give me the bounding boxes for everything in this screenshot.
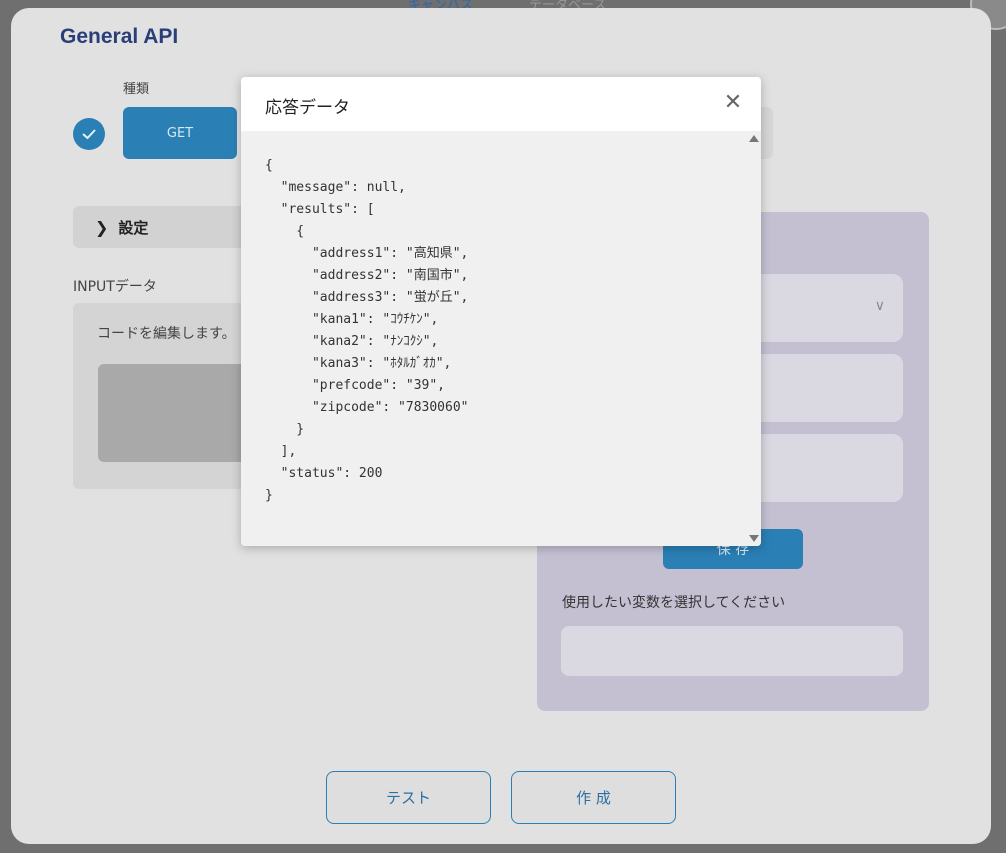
json-line: "kana2": "ﾅﾝｺｸｼ", [311, 334, 439, 349]
type-label: 種類 [123, 82, 150, 97]
json-line: } [296, 422, 305, 437]
json-line: "address1": "高知県", [311, 246, 469, 261]
method-get-button[interactable]: GET [123, 107, 237, 159]
json-line: "address2": "南国市", [311, 268, 469, 283]
modal-header: 応答データ ✕ [241, 77, 761, 131]
variable-select-label: 使用したい変数を選択してください [562, 595, 786, 611]
json-line: "address3": "蛍が丘", [311, 290, 469, 305]
json-line: "results": [ [280, 202, 375, 217]
close-icon[interactable]: ✕ [723, 91, 743, 115]
json-line: "status": 200 [280, 466, 383, 481]
check-icon [73, 118, 105, 150]
scroll-up-arrow-icon[interactable] [749, 135, 759, 142]
json-line: "zipcode": "7830060" [311, 400, 469, 415]
response-data-modal: 応答データ ✕ { "message": null, "results": [ … [241, 77, 761, 546]
scroll-down-arrow-icon[interactable] [749, 535, 759, 542]
modal-body: { "message": null, "results": [ { "addre… [241, 131, 746, 546]
modal-title: 応答データ [265, 98, 350, 118]
scrollbar[interactable] [746, 131, 761, 546]
json-line: { [296, 224, 305, 239]
json-line: } [265, 488, 273, 503]
json-line: "kana1": "ｺｳﾁｹﾝ", [311, 312, 439, 327]
json-line: "kana3": "ﾎﾀﾙｶﾞｵｶ", [311, 356, 452, 371]
input-data-label: INPUTデータ [73, 279, 157, 295]
edit-code-hint: コードを編集します。 [97, 326, 236, 342]
chevron-down-icon: ∨ [874, 298, 885, 314]
json-line: "message": null, [280, 180, 406, 195]
variable-select-input[interactable] [561, 626, 903, 676]
json-response-view: { "message": null, "results": [ { "addre… [265, 155, 469, 507]
json-line: ], [280, 444, 297, 459]
create-button[interactable]: 作 成 [511, 771, 676, 824]
json-line: "prefcode": "39", [311, 378, 446, 393]
json-line: { [265, 158, 273, 173]
chevron-right-icon: ❯ [95, 217, 109, 237]
settings-label: 設定 [118, 218, 149, 237]
page-title: General API [60, 25, 179, 48]
test-button[interactable]: テスト [326, 771, 491, 824]
